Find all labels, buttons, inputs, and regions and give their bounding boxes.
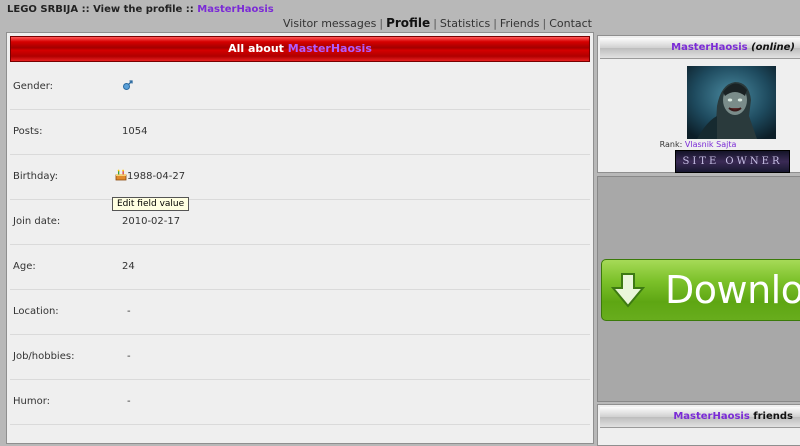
panel-header-username[interactable]: MasterHaosis (288, 42, 372, 55)
field-row-gender: Gender: (10, 64, 590, 110)
field-label: Join date: (13, 216, 61, 227)
profile-fields-panel: All about MasterHaosis Gender: Posts: 10… (6, 32, 594, 444)
download-arrow-icon (611, 273, 645, 308)
nav-profile[interactable]: Profile (386, 16, 430, 30)
breadcrumb-page: View the profile (93, 4, 183, 15)
profile-summary-header: MasterHaosis (online) (600, 38, 800, 59)
edit-field-tooltip: Edit field value (112, 197, 190, 211)
rank-name: Vlasnik Sajta (684, 140, 737, 149)
breadcrumb: LEGO SRBIJA :: View the profile :: Maste… (7, 4, 274, 15)
field-row-join-date: Join date: 2010-02-17 (10, 199, 590, 245)
friends-header: MasterHaosis friends (600, 407, 800, 428)
panel-header-label: All about (228, 42, 288, 55)
field-label: Job/hobbies: (13, 351, 75, 362)
friends-label: friends (749, 411, 793, 422)
rank-line: Rank: Vlasnik Sajta (598, 140, 798, 149)
nav-statistics[interactable]: Statistics (440, 17, 490, 30)
field-row-posts: Posts: 1054 (10, 109, 590, 155)
field-row-age: Age: 24 (10, 244, 590, 290)
field-value[interactable]: - (127, 351, 131, 362)
breadcrumb-site[interactable]: LEGO SRBIJA (7, 4, 78, 15)
breadcrumb-separator: :: (182, 4, 198, 15)
download-button[interactable]: Downloa (601, 259, 800, 321)
online-status: (online) (751, 42, 795, 53)
field-row-location: Location: - (10, 289, 590, 335)
field-value[interactable]: 1988-04-27 (127, 171, 185, 182)
field-row-job-hobbies: Job/hobbies: - (10, 334, 590, 380)
field-label: Humor: (13, 396, 51, 407)
nav-visitor-messages[interactable]: Visitor messages (283, 17, 376, 30)
field-label: Posts: (13, 126, 43, 137)
field-value: 24 (122, 261, 135, 272)
breadcrumb-separator: :: (78, 4, 94, 15)
friends-username[interactable]: MasterHaosis (673, 411, 749, 422)
advertisement-box: Downloa (597, 176, 800, 402)
panel-header: All about MasterHaosis (10, 36, 590, 62)
nav-separator: | (493, 17, 497, 30)
field-label: Location: (13, 306, 59, 317)
profile-username[interactable]: MasterHaosis (671, 42, 747, 53)
birthday-cake-icon[interactable] (115, 169, 127, 181)
field-value: 2010-02-17 (122, 216, 181, 227)
friends-box: MasterHaosis friends (597, 404, 800, 446)
rank-label: Rank: (659, 140, 685, 149)
field-value[interactable]: 1054 (122, 126, 147, 137)
nav-separator: | (433, 17, 437, 30)
male-gender-icon[interactable] (122, 79, 134, 91)
field-label: Age: (13, 261, 36, 272)
site-owner-badge: SITE OWNER (675, 150, 790, 173)
field-label: Gender: (13, 81, 54, 92)
nav-separator: | (542, 17, 547, 30)
field-label: Birthday: (13, 171, 59, 182)
nav-friends[interactable]: Friends (500, 17, 540, 30)
field-row-birthday: Birthday: 1988-04-27 (10, 154, 590, 200)
breadcrumb-username[interactable]: MasterHaosis (197, 4, 273, 15)
nav-separator: | (379, 17, 384, 30)
nav-contact[interactable]: Contact (549, 17, 592, 30)
avatar[interactable] (687, 66, 776, 139)
field-row-humor: Humor: - (10, 379, 590, 425)
profile-summary-box: MasterHaosis (online) Rank: Vlasnik Sajt… (597, 35, 800, 173)
field-value[interactable]: - (127, 396, 131, 407)
download-button-label: Downloa (665, 268, 800, 312)
profile-nav: Visitor messages | Profile | Statistics | Frie… (283, 16, 592, 30)
field-value[interactable]: - (127, 306, 131, 317)
